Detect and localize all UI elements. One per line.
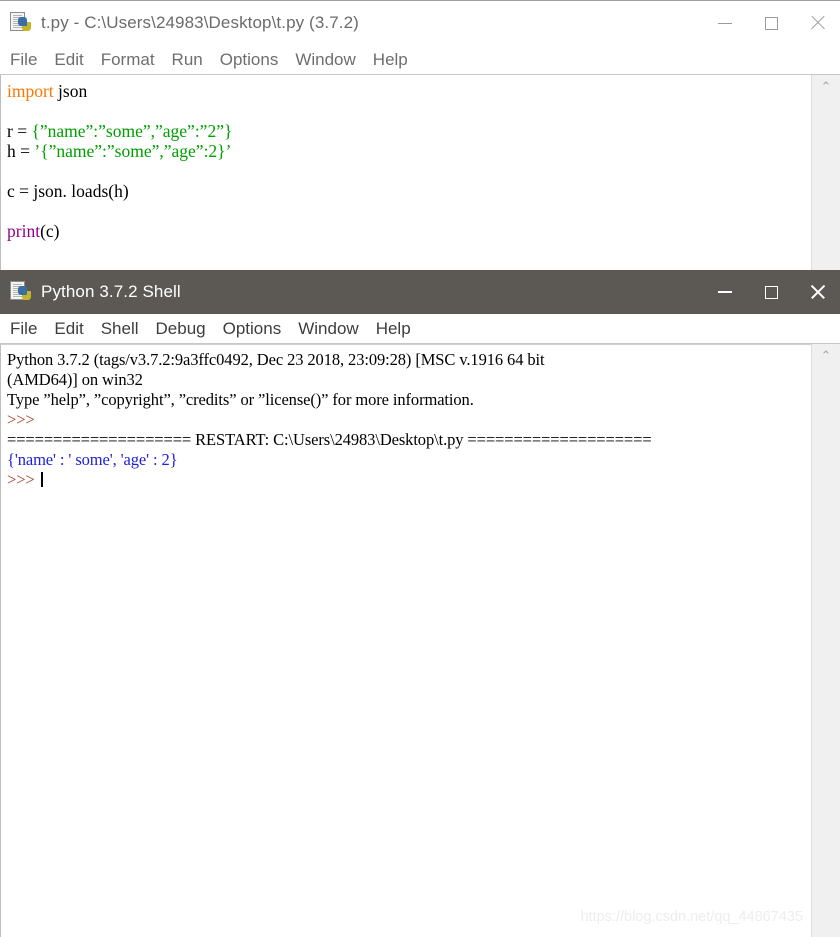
editor-source-code: import json r = {”name”:”some”,”age”:”2”… xyxy=(1,75,811,241)
shell-menu-bar: File Edit Shell Debug Options Window Hel… xyxy=(0,314,840,344)
code-builtin-print: print xyxy=(7,221,41,241)
editor-window-title: t.py - C:\Users\24983\Desktop\t.py (3.7.… xyxy=(41,13,359,32)
shell-menu-item-options[interactable]: Options xyxy=(223,319,282,339)
editor-window-controls xyxy=(702,1,840,45)
scroll-up-chevron-icon[interactable]: ⌃ xyxy=(812,79,840,95)
shell-menu-item-window[interactable]: Window xyxy=(298,319,358,339)
shell-banner-line-3: Type ”help”, ”copyright”, ”credits” or ”… xyxy=(7,390,474,409)
shell-transcript: Python 3.7.2 (tags/v3.7.2:9a3ffc0492, De… xyxy=(1,345,811,490)
editor-maximize-button[interactable] xyxy=(748,1,794,45)
shell-prompt-2: >>> xyxy=(7,470,35,489)
editor-close-button[interactable] xyxy=(794,1,840,45)
maximize-icon xyxy=(764,285,778,299)
menu-item-run[interactable]: Run xyxy=(172,50,203,70)
menu-item-format[interactable]: Format xyxy=(101,50,155,70)
code-module-json: json xyxy=(53,81,88,101)
shell-menu-item-shell[interactable]: Shell xyxy=(101,319,139,339)
idle-editor-window: t.py - C:\Users\24983\Desktop\t.py (3.7.… xyxy=(0,0,840,295)
shell-menu-item-help[interactable]: Help xyxy=(376,319,411,339)
close-icon xyxy=(809,15,825,31)
editor-title-bar[interactable]: t.py - C:\Users\24983\Desktop\t.py (3.7.… xyxy=(0,1,840,45)
shell-window-controls xyxy=(702,270,840,314)
code-string-r: {”name”:”some”,”age”:”2”} xyxy=(31,121,233,141)
shell-output-area[interactable]: Python 3.7.2 (tags/v3.7.2:9a3ffc0492, De… xyxy=(0,344,811,937)
code-string-h: ’{”name”:”some”,”age”:2}’ xyxy=(34,141,232,161)
minimize-icon xyxy=(718,22,732,24)
maximize-icon xyxy=(764,16,778,30)
code-line-loads: c = json. loads(h) xyxy=(7,181,129,201)
editor-minimize-button[interactable] xyxy=(702,1,748,45)
editor-text-area[interactable]: import json r = {”name”:”some”,”age”:”2”… xyxy=(0,75,811,279)
shell-menu-item-file[interactable]: File xyxy=(10,319,37,339)
menu-item-window[interactable]: Window xyxy=(295,50,355,70)
shell-restart-banner: ==================== RESTART: C:\Users\2… xyxy=(7,430,652,449)
code-line-r-prefix: r = xyxy=(7,121,32,141)
shell-menu-item-edit[interactable]: Edit xyxy=(54,319,83,339)
python-file-icon xyxy=(10,12,32,34)
text-cursor xyxy=(40,472,43,487)
shell-body: Python 3.7.2 (tags/v3.7.2:9a3ffc0492, De… xyxy=(0,344,840,937)
shell-menu-item-debug[interactable]: Debug xyxy=(156,319,206,339)
shell-title-bar[interactable]: Python 3.7.2 Shell xyxy=(0,270,840,314)
menu-item-file[interactable]: File xyxy=(10,50,37,70)
shell-banner-line-1: Python 3.7.2 (tags/v3.7.2:9a3ffc0492, De… xyxy=(7,350,545,369)
shell-window-title: Python 3.7.2 Shell xyxy=(41,282,181,301)
code-line-h-prefix: h = xyxy=(7,141,35,161)
shell-maximize-button[interactable] xyxy=(748,270,794,314)
editor-menu-bar: File Edit Format Run Options Window Help xyxy=(0,45,840,75)
python-shell-window: Python 3.7.2 Shell File Edit Shell Debug… xyxy=(0,270,840,937)
scroll-up-chevron-icon[interactable]: ⌃ xyxy=(812,348,840,364)
shell-minimize-button[interactable] xyxy=(702,270,748,314)
shell-prompt-1: >>> xyxy=(7,410,35,429)
shell-vertical-scrollbar[interactable]: ⌃ xyxy=(811,344,840,937)
editor-body: import json r = {”name”:”some”,”age”:”2”… xyxy=(0,75,840,279)
code-keyword-import: import xyxy=(7,81,54,101)
code-print-args: (c) xyxy=(40,221,60,241)
shell-close-button[interactable] xyxy=(794,270,840,314)
close-icon xyxy=(809,284,825,300)
minimize-icon xyxy=(718,291,732,293)
python-file-icon xyxy=(10,281,32,303)
editor-vertical-scrollbar[interactable]: ⌃ xyxy=(811,75,840,279)
menu-item-edit[interactable]: Edit xyxy=(54,50,83,70)
shell-result-output: {'name' : ' some', 'age' : 2} xyxy=(7,450,178,469)
shell-banner-line-2: (AMD64)] on win32 xyxy=(7,370,143,389)
menu-item-help[interactable]: Help xyxy=(373,50,408,70)
menu-item-options[interactable]: Options xyxy=(220,50,279,70)
watermark-text: https://blog.csdn.net/qq_44867435 xyxy=(580,909,803,925)
